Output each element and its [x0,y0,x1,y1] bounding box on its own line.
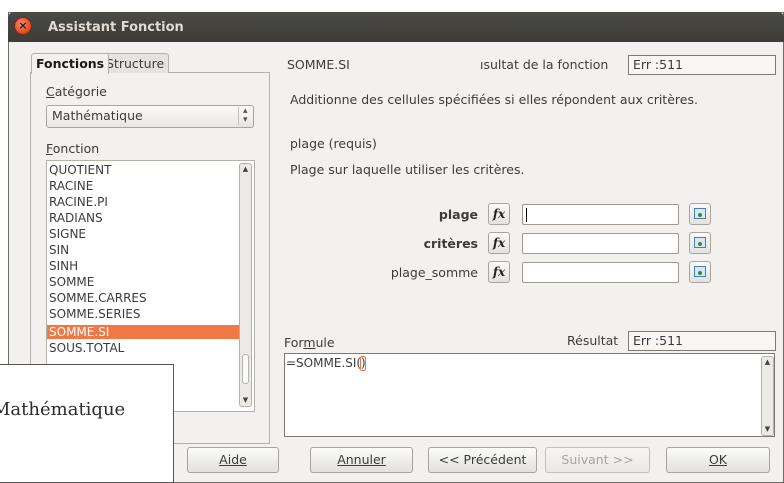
arg-input-plage[interactable] [522,204,679,225]
list-item[interactable]: SINH [49,259,78,273]
result-label: ısultat de la fonction [480,57,609,72]
function-label: Fonction [46,141,100,156]
tooltip-text: Mathématique [0,399,126,420]
chevron-updown-icon: ▴ ▾ [238,107,248,125]
function-description: Additionne des cellules spécifiées si el… [290,92,698,107]
list-item[interactable]: SOMME.SERIES [49,307,140,321]
help-button[interactable]: Aide [187,447,279,473]
cancel-button[interactable]: Annuler [310,447,413,473]
list-item[interactable]: RADIANS [49,211,103,225]
fx-button-plage[interactable]: fx [488,203,510,225]
fx-button-plage-somme[interactable]: fx [488,261,510,283]
tab-fonctions[interactable]: Fonctions [31,53,110,74]
scroll-up-icon[interactable]: ▲ [240,164,251,175]
shrink-button-criteres[interactable] [689,232,711,254]
list-item[interactable]: RACINE.PI [49,195,108,209]
scroll-down-icon[interactable]: ▼ [762,424,773,435]
formula-result: Err :511 [628,331,776,351]
text-cursor [526,208,527,222]
scroll-up-icon[interactable]: ▲ [762,357,773,368]
previous-button[interactable]: << Précédent [428,447,537,473]
parameter-name: plage (requis) [290,136,377,151]
list-item[interactable]: SOMME.CARRES [49,291,147,305]
function-result: Err :511 [628,55,776,75]
next-button[interactable]: Suivant >> [545,447,650,473]
shrink-button-plage-somme[interactable] [689,261,711,283]
category-label: Catégorie [46,84,107,99]
ok-button[interactable]: OK [666,447,770,473]
list-item[interactable]: SIGNE [49,227,86,241]
list-item-selected[interactable]: SOMME.SI [47,325,239,339]
arg-input-plage-somme[interactable] [522,262,679,283]
shrink-icon [694,266,706,277]
formula-scrollbar[interactable]: ▲ ▼ [761,356,774,436]
list-item[interactable]: SIN [49,243,69,257]
list-scrollbar[interactable]: ▲ ▼ [239,163,252,407]
tooltip [0,364,174,483]
scroll-thumb[interactable] [242,354,249,384]
scroll-down-icon[interactable]: ▼ [240,395,251,406]
paren-highlight [360,356,366,371]
list-item[interactable]: RACINE [49,179,93,193]
arg-label-plage: plage [438,207,478,222]
list-item[interactable]: SOMME [49,275,94,289]
parameter-description: Plage sur laquelle utiliser les critères… [290,162,525,177]
formula-result-label: Résultat [567,333,619,348]
shrink-icon [694,237,706,248]
window-title: Assistant Fonction [48,20,184,35]
list-item[interactable]: SOUS.TOTAL [49,341,124,355]
shrink-button-plage[interactable] [689,203,711,225]
shrink-icon [694,208,706,219]
formula-label: Formule [284,335,335,350]
tab-structure[interactable]: Structure [101,53,170,73]
arg-input-criteres[interactable] [522,233,679,254]
arg-label-plage-somme: plage_somme [390,265,478,280]
function-name: SOMME.SI [287,57,350,72]
formula-text: =SOMME.SI() [286,356,366,370]
ok-button-label: OK [708,452,728,467]
help-button-label: Aide [219,452,247,467]
arg-label-criteres: critères [423,236,478,251]
close-icon[interactable]: × [14,17,32,35]
cancel-button-label: Annuler [337,452,386,467]
category-value: Mathématique [52,108,143,123]
fx-button-criteres[interactable]: fx [488,232,510,254]
list-item[interactable]: QUOTIENT [49,163,111,177]
